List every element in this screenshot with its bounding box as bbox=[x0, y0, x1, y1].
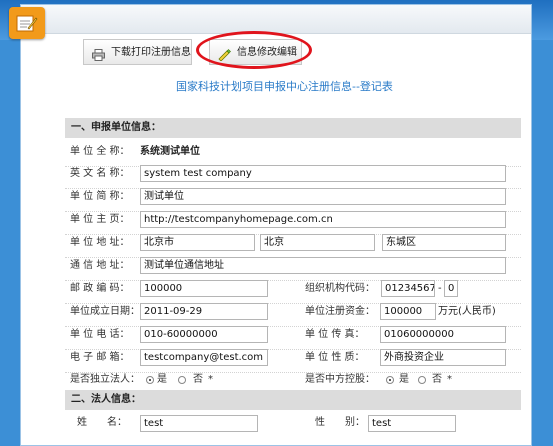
founded-field[interactable]: 2011-09-29 bbox=[140, 303, 268, 320]
china-control-yes-radio[interactable] bbox=[386, 376, 394, 384]
china-control-label: 是否中方控股： bbox=[305, 374, 375, 385]
china-control-required-mark: * bbox=[447, 374, 452, 385]
legal-name-label: 姓 名： bbox=[77, 417, 127, 428]
page-title: 国家科技计划项目申报中心注册信息--登记表 bbox=[176, 80, 393, 93]
address-district-field[interactable]: 北京 bbox=[260, 234, 375, 251]
email-label: 电 子 邮 箱： bbox=[70, 352, 130, 363]
independent-yes-radio[interactable] bbox=[146, 376, 154, 384]
independent-no-label: 否 bbox=[193, 374, 203, 385]
capital-field[interactable]: 100000 bbox=[380, 303, 436, 320]
independent-label: 是否独立法人： bbox=[70, 374, 140, 385]
row-postcode: 邮 政 编 码： 100000 组织机构代码： 01234567 - 0 bbox=[65, 279, 521, 304]
printer-icon bbox=[92, 46, 105, 72]
download-print-label: 下载打印注册信息 bbox=[111, 47, 191, 58]
row-legal-name: 姓 名： test 性 别： test bbox=[65, 413, 521, 437]
english-name-label: 英 文 名 称： bbox=[70, 168, 130, 179]
fax-label: 单 位 传 真： bbox=[305, 329, 365, 340]
highlight-ellipse bbox=[196, 31, 312, 69]
capital-label: 单位注册资金： bbox=[305, 306, 375, 317]
independent-required-mark: * bbox=[208, 374, 213, 385]
download-print-button[interactable]: 下载打印注册信息 bbox=[83, 39, 192, 65]
legal-gender-field[interactable]: test bbox=[368, 415, 456, 432]
short-name-label: 单 位 简 称： bbox=[70, 191, 130, 202]
independent-yes-label: 是 bbox=[157, 374, 167, 385]
row-homepage: 单 位 主 页： http://testcompanyhomepage.com.… bbox=[65, 210, 521, 235]
china-control-no-label: 否 bbox=[432, 374, 442, 385]
phone-label: 单 位 电 话： bbox=[70, 329, 130, 340]
row-mailing-address: 通 信 地 址： 测试单位通信地址 bbox=[65, 256, 521, 281]
address-area-field[interactable]: 东城区 bbox=[382, 234, 506, 251]
founded-label: 单位成立日期： bbox=[70, 306, 140, 317]
legal-gender-label: 性 别： bbox=[315, 417, 365, 428]
row-address: 单 位 地 址： 北京市 北京 东城区 bbox=[65, 233, 521, 258]
org-code-dash: - bbox=[438, 283, 442, 294]
row-short-name: 单 位 简 称： 测试单位 bbox=[65, 187, 521, 212]
panel-header bbox=[21, 5, 531, 34]
row-english-name: 英 文 名 称： system test company bbox=[65, 164, 521, 189]
section-unit-info: 一、申报单位信息： bbox=[65, 118, 521, 138]
capital-unit: 万元(人民币) bbox=[438, 306, 496, 317]
org-code-label: 组织机构代码： bbox=[305, 283, 375, 294]
row-founded: 单位成立日期： 2011-09-29 单位注册资金： 100000 万元(人民币… bbox=[65, 302, 521, 327]
address-city-field[interactable]: 北京市 bbox=[140, 234, 255, 251]
nature-field[interactable]: 外商投资企业 bbox=[380, 349, 506, 366]
org-code-check-field[interactable]: 0 bbox=[444, 280, 458, 297]
homepage-label: 单 位 主 页： bbox=[70, 214, 130, 225]
notepad-icon bbox=[9, 7, 45, 39]
section-legal-info: 二、法人信息： bbox=[65, 390, 521, 410]
nature-label: 单 位 性 质： bbox=[305, 352, 365, 363]
org-code-field[interactable]: 01234567 bbox=[381, 280, 435, 297]
china-control-no-radio[interactable] bbox=[418, 376, 426, 384]
full-name-value: 系统测试单位 bbox=[140, 146, 200, 157]
address-label: 单 位 地 址： bbox=[70, 237, 130, 248]
short-name-field[interactable]: 测试单位 bbox=[140, 188, 506, 205]
mailing-address-label: 通 信 地 址： bbox=[70, 260, 130, 271]
mailing-address-field[interactable]: 测试单位通信地址 bbox=[140, 257, 506, 274]
email-field[interactable]: testcompany@test.com bbox=[140, 349, 268, 366]
full-name-label: 单 位 全 称： bbox=[70, 146, 130, 157]
legal-name-field[interactable]: test bbox=[140, 415, 258, 432]
postcode-field[interactable]: 100000 bbox=[140, 280, 268, 297]
independent-no-radio[interactable] bbox=[178, 376, 186, 384]
homepage-field[interactable]: http://testcompanyhomepage.com.cn bbox=[140, 211, 506, 228]
postcode-label: 邮 政 编 码： bbox=[70, 283, 130, 294]
row-phone: 单 位 电 话： 010-60000000 单 位 传 真： 010600000… bbox=[65, 325, 521, 350]
fax-field[interactable]: 01060000000 bbox=[380, 326, 506, 343]
phone-field[interactable]: 010-60000000 bbox=[140, 326, 268, 343]
china-control-yes-label: 是 bbox=[399, 374, 409, 385]
english-name-field[interactable]: system test company bbox=[140, 165, 506, 182]
